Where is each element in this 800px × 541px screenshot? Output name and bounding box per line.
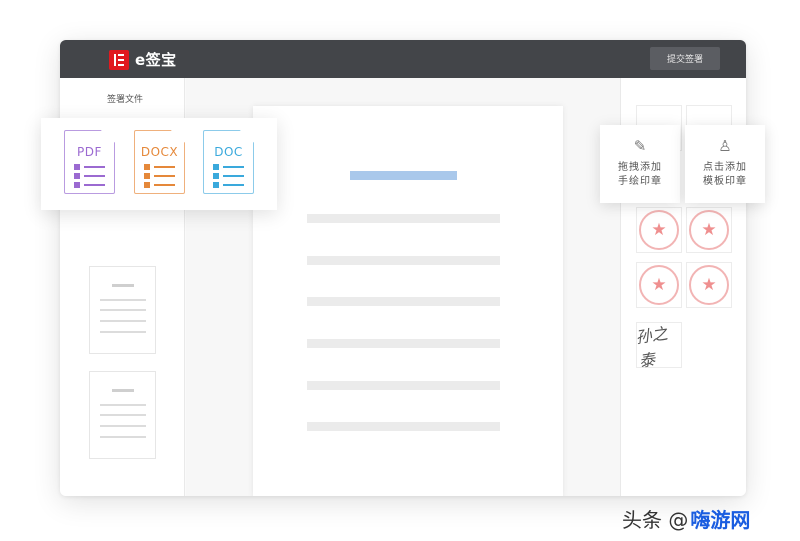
handwritten-signature: 孙之泰 [634, 323, 669, 371]
logo-text: e签宝 [135, 51, 177, 69]
signature-item[interactable]: 孙之泰 [634, 322, 682, 371]
seal-item[interactable]: ★ [636, 207, 682, 253]
seal-item[interactable]: ★ [686, 207, 732, 253]
text-line-placeholder [307, 339, 500, 348]
drag-hand-seal-button[interactable]: ✎ 拖拽添加 手绘印章 [600, 125, 680, 203]
star-seal-icon: ★ [639, 210, 679, 250]
file-list-title: 签署文件 [106, 95, 143, 105]
seal-item[interactable]: ★ [636, 262, 682, 308]
title-bar: e签宝 提交签署 [60, 40, 746, 78]
app-logo: e签宝 [109, 49, 177, 70]
tool-label-line2: 手绘印章 [618, 176, 662, 187]
text-line-placeholder [307, 422, 500, 431]
submit-sign-button[interactable]: 提交签署 [650, 47, 720, 70]
document-heading-placeholder [350, 171, 457, 180]
text-line-placeholder [307, 297, 500, 306]
docx-file-icon: DOCX [134, 130, 185, 194]
star-seal-icon: ★ [689, 265, 729, 305]
watermark-prefix: 头条 @ [622, 508, 689, 532]
pen-icon: ✎ [633, 137, 647, 155]
pdf-file-icon: PDF [64, 130, 115, 194]
watermark: 头条 @ 嗨游网 [622, 504, 750, 533]
file-thumbnail[interactable] [89, 371, 156, 459]
logo-icon [109, 49, 129, 70]
tool-label-line2: 模板印章 [703, 176, 747, 187]
watermark-site: 嗨游网 [690, 508, 751, 532]
stamp-icon: ♙ [718, 137, 732, 155]
tool-label-line1: 拖拽添加 [618, 162, 662, 173]
seal-item[interactable]: ★ [686, 262, 732, 308]
doc-file-icon: DOC [203, 130, 254, 194]
text-line-placeholder [307, 256, 500, 265]
star-seal-icon: ★ [689, 210, 729, 250]
text-line-placeholder [307, 214, 500, 223]
app-window: e签宝 提交签署 签署文件 ★ ★ ★ ★ 孙之泰 [60, 40, 746, 496]
document-page[interactable] [253, 106, 563, 496]
star-seal-icon: ★ [639, 265, 679, 305]
supported-file-types-card: PDF DOCX DOC [41, 118, 277, 210]
tool-label-line1: 点击添加 [703, 162, 747, 173]
text-line-placeholder [307, 381, 500, 390]
file-thumbnail[interactable] [89, 266, 156, 354]
click-template-seal-button[interactable]: ♙ 点击添加 模板印章 [685, 125, 765, 203]
